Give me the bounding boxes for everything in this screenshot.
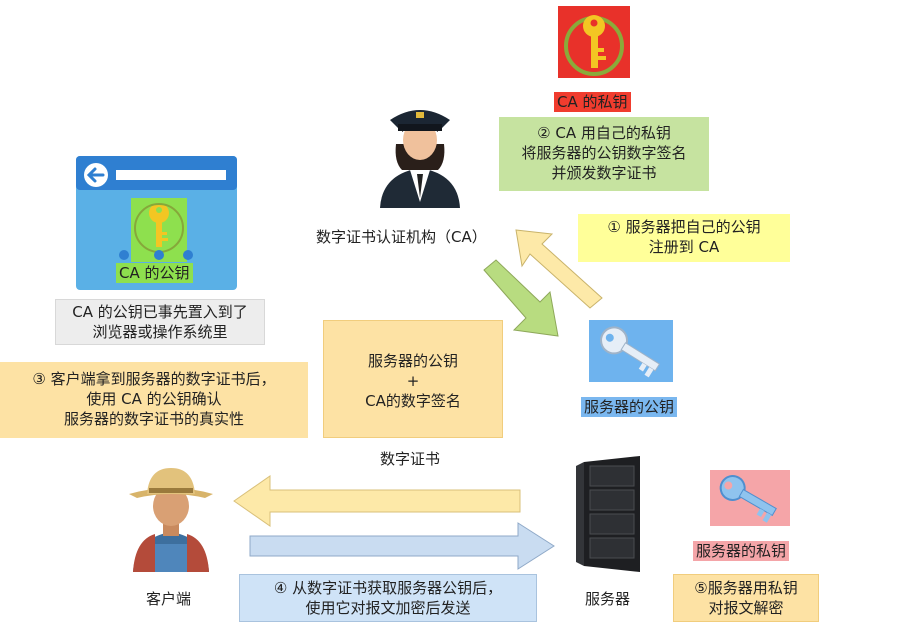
- browser-note-line-2: 浏览器或操作系统里: [92, 323, 228, 341]
- ca-org-label: 数字证书认证机构（CA）: [316, 228, 487, 246]
- officer-icon: [372, 102, 468, 208]
- ca-public-key-label: CA 的公钥: [116, 263, 193, 283]
- step5-box: ⑤服务器用私钥 对报文解密: [673, 574, 819, 622]
- client-label: 客户端: [146, 590, 192, 608]
- step1-line-2: 注册到 CA: [648, 238, 720, 256]
- step5-line-2: 对报文解密: [708, 599, 784, 617]
- certificate-line-2: +: [406, 372, 420, 390]
- browser-note-box: CA 的公钥已事先置入到了 浏览器或操作系统里: [55, 299, 265, 345]
- server-public-key-icon: [589, 320, 673, 382]
- step3-line-1: ③ 客户端拿到服务器的数字证书后，: [32, 370, 276, 388]
- server-private-key-label: 服务器的私钥: [693, 541, 790, 561]
- step4-line-2: 使用它对报文加密后发送: [305, 599, 471, 617]
- ca-sign-step-box: ② CA 用自己的私钥 将服务器的公钥数字签名 并颁发数字证书: [499, 117, 709, 191]
- step2-line-2: 将服务器的公钥数字签名: [521, 144, 687, 162]
- step1-line-1: ① 服务器把自己的公钥: [607, 218, 761, 236]
- client-to-server-arrow: [248, 521, 556, 571]
- step4-line-1: ④ 从数字证书获取服务器公钥后，: [273, 579, 503, 597]
- server-public-key-label: 服务器的公钥: [581, 397, 678, 417]
- certificate-box: 服务器的公钥 + CA的数字签名: [323, 320, 503, 438]
- ca-private-key-icon: [558, 6, 630, 78]
- step3-line-3: 服务器的数字证书的真实性: [63, 410, 244, 428]
- step2-line-3: 并颁发数字证书: [551, 164, 657, 182]
- ca-private-key-label: CA 的私钥: [554, 92, 631, 112]
- certificate-line-1: 服务器的公钥: [367, 352, 458, 370]
- certificate-caption: 数字证书: [380, 450, 441, 468]
- step2-line-1: ② CA 用自己的私钥: [537, 124, 671, 142]
- browser-note-line-1: CA 的公钥已事先置入到了: [72, 303, 248, 321]
- step3-box: ③ 客户端拿到服务器的数字证书后， 使用 CA 的公钥确认 服务器的数字证书的真…: [0, 362, 308, 438]
- server-private-key-icon: [710, 470, 790, 526]
- step3-line-2: 使用 CA 的公钥确认: [86, 390, 222, 408]
- server-rack-icon: [574, 454, 650, 574]
- certificate-to-client-arrow: [232, 474, 522, 528]
- step4-box: ④ 从数字证书获取服务器公钥后， 使用它对报文加密后发送: [239, 574, 537, 622]
- step5-line-1: ⑤服务器用私钥: [694, 579, 798, 597]
- farmer-icon: [125, 462, 217, 572]
- certificate-line-3: CA的数字签名: [365, 392, 461, 410]
- step1-box: ① 服务器把自己的公钥 注册到 CA: [578, 214, 790, 262]
- server-label: 服务器: [585, 590, 631, 608]
